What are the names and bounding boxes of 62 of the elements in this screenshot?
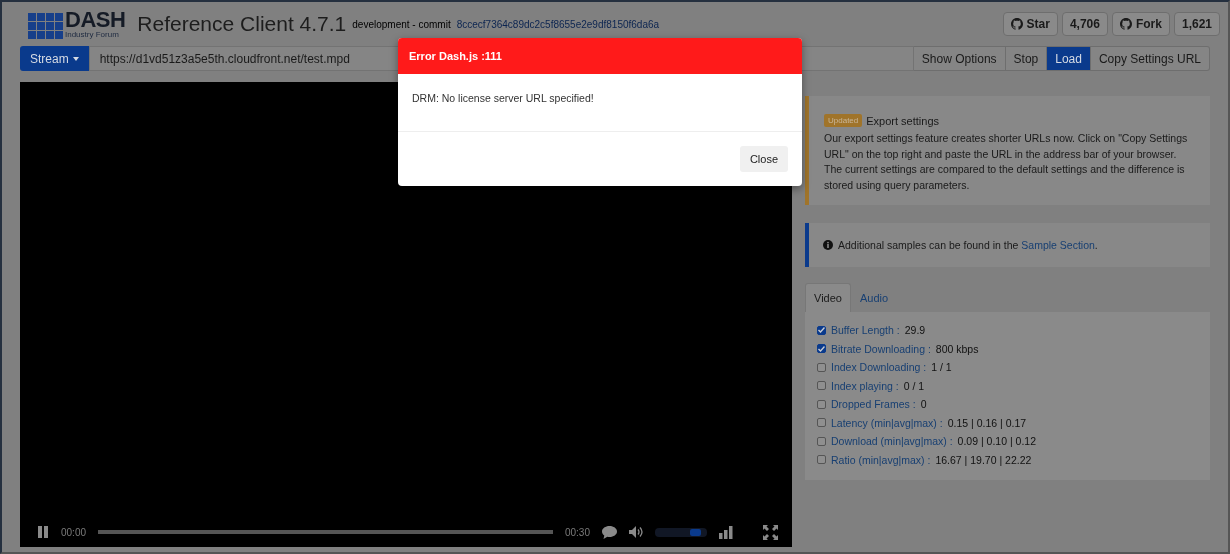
- checkbox[interactable]: [817, 344, 826, 353]
- bitrate-bars-icon[interactable]: [719, 525, 733, 539]
- metric-value: 29.9: [904, 324, 926, 336]
- volume-icon[interactable]: [629, 526, 643, 538]
- logo-grid-icon: [28, 12, 64, 39]
- metric-value: 0 / 1: [903, 379, 925, 392]
- toolbar-button[interactable]: Load: [1047, 46, 1091, 71]
- metric-label: Index playing :: [831, 379, 899, 392]
- metric-value: 1 / 1: [931, 361, 952, 373]
- fullscreen-icon[interactable]: [763, 524, 778, 540]
- github-icon: [1119, 18, 1132, 30]
- caret-icon: [72, 56, 79, 61]
- toolbar-button[interactable]: Show Options: [913, 46, 1006, 71]
- checkbox[interactable]: [817, 436, 826, 446]
- metric-value: 16.67 | 19.70 | 22.22: [935, 453, 1032, 466]
- github-button[interactable]: Fork: [1111, 12, 1170, 36]
- checkbox[interactable]: [817, 362, 826, 372]
- metric-label: Buffer Length :: [831, 324, 900, 336]
- metric-label: Ratio (min|avg|max) :: [831, 453, 931, 466]
- metric-value: 800 kbps: [935, 342, 979, 355]
- toolbar-button[interactable]: Copy Settings URL: [1090, 46, 1210, 71]
- current-time: 00:00: [61, 526, 87, 538]
- metric-value: 0.09 | 0.10 | 0.12: [957, 435, 1037, 447]
- metric-label: Download (min|avg|max) :: [831, 435, 953, 447]
- stream-dropdown[interactable]: Stream: [20, 46, 89, 71]
- checkbox[interactable]: [817, 325, 826, 335]
- tab[interactable]: Audio: [850, 283, 898, 312]
- updated-badge: Updated: [824, 114, 863, 127]
- build-label: development - commit: [352, 18, 451, 30]
- metric-value: 0.15 | 0.16 | 0.17: [947, 416, 1027, 429]
- tab[interactable]: Video: [805, 283, 851, 312]
- metric-label: Latency (min|avg|max) :: [831, 416, 943, 429]
- logo-subtitle: Industry Forum: [65, 29, 120, 39]
- metric-label: Bitrate Downloading :: [831, 342, 931, 355]
- github-count[interactable]: 1,621: [1173, 12, 1220, 36]
- volume-slider[interactable]: [655, 527, 707, 537]
- notice-title: Export settings: [866, 114, 939, 127]
- github-icon: [1010, 18, 1023, 30]
- dialog-message: DRM: No license server URL specified!: [398, 74, 802, 132]
- github-count[interactable]: 4,706: [1061, 12, 1108, 36]
- pause-icon[interactable]: [38, 526, 49, 538]
- speech-bubble-icon[interactable]: [602, 525, 617, 539]
- metric-label: Dropped Frames :: [831, 398, 916, 410]
- close-button[interactable]: Close: [739, 146, 788, 172]
- toolbar-button[interactable]: Stop: [1005, 46, 1048, 71]
- commit-link[interactable]: 8ccecf7364c89dc2c5f8655e2e9df8150f6da6a: [456, 18, 660, 30]
- metric-value: 0: [920, 398, 927, 410]
- github-button[interactable]: Star: [1002, 12, 1058, 36]
- logo-title: DASH: [65, 9, 126, 30]
- checkbox[interactable]: [817, 381, 826, 390]
- info-icon: [823, 240, 833, 250]
- sample-section-link[interactable]: Sample Section: [1021, 239, 1095, 251]
- app-title: Reference Client 4.7.1: [137, 12, 347, 36]
- checkbox[interactable]: [817, 455, 826, 464]
- checkbox[interactable]: [817, 399, 826, 409]
- info-text: Additional samples can be found in the Sample Section.: [838, 239, 1098, 251]
- volume-thumb[interactable]: [689, 528, 701, 536]
- checkbox[interactable]: [817, 418, 826, 427]
- notice-text: Our export settings feature creates shorter URLs now. Click on "Copy Settings URL" on the top right and paste the URL in the address bar of your browser. The current settings are compared to the default settings and the difference is stored using query parameters.: [824, 131, 1189, 193]
- dialog-title: Error Dash.js :111: [409, 50, 502, 62]
- duration: 00:30: [564, 526, 590, 538]
- metric-label: Index Downloading :: [831, 361, 927, 373]
